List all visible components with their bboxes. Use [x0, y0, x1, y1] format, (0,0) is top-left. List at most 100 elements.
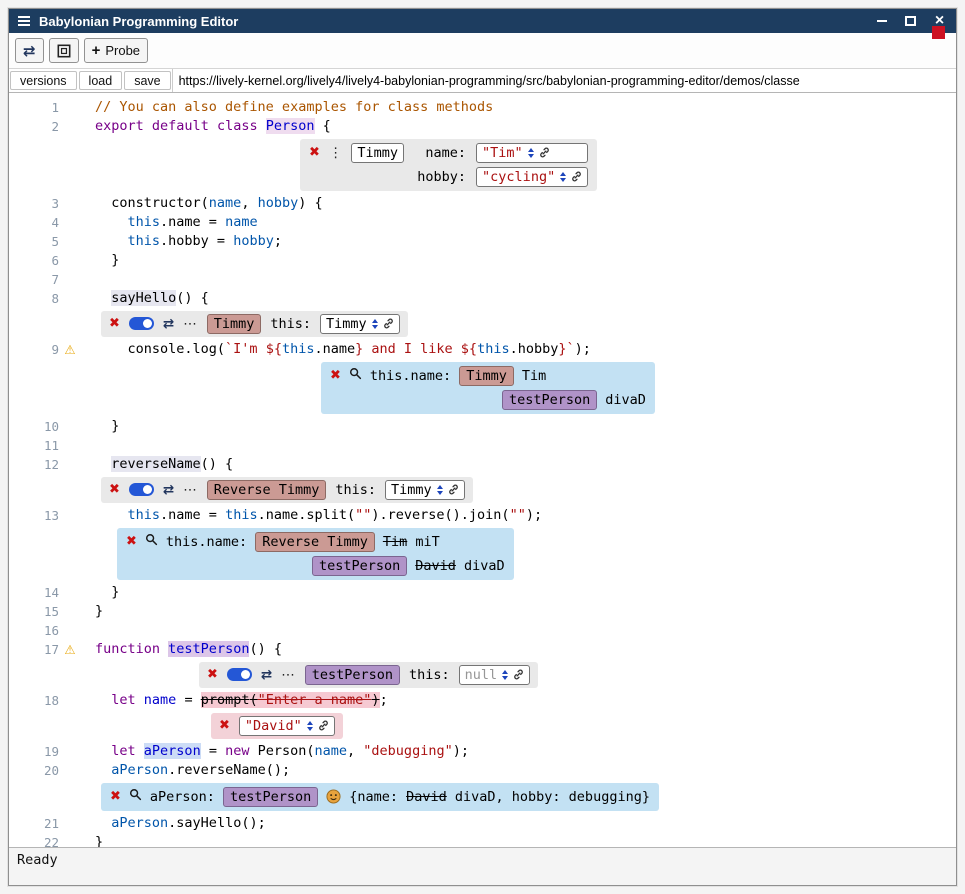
code-line[interactable]: 17⚠function testPerson() { — [9, 640, 956, 659]
example-badge[interactable]: testPerson — [223, 787, 318, 807]
code-line[interactable]: 22} — [9, 833, 956, 847]
code-token: let — [111, 743, 135, 759]
code-token — [136, 743, 144, 759]
code-line[interactable]: 14 } — [9, 583, 956, 602]
code-token: "" — [510, 507, 526, 523]
drag-handle-icon[interactable]: ⋮ — [329, 145, 343, 161]
this-value-select[interactable]: Timmy — [320, 314, 400, 334]
link-icon[interactable] — [383, 318, 394, 329]
menu-icon[interactable] — [18, 16, 30, 26]
example-toggle[interactable] — [129, 483, 154, 496]
frame-button[interactable] — [49, 38, 79, 63]
more-options-icon[interactable]: ⋯ — [183, 316, 198, 332]
navbar: versions load save — [9, 68, 956, 93]
link-icon[interactable] — [448, 484, 459, 495]
delete-button[interactable]: ✖ — [309, 145, 320, 160]
line-number: 2 — [9, 117, 59, 136]
delete-button[interactable]: ✖ — [207, 667, 218, 682]
swap-icon[interactable]: ⇄ — [163, 316, 174, 332]
code-token: export — [95, 118, 144, 134]
link-icon[interactable] — [539, 147, 550, 158]
title-bar[interactable]: Babylonian Programming Editor × — [9, 9, 956, 33]
example-badge[interactable]: Timmy — [459, 366, 514, 386]
save-button[interactable]: save — [124, 71, 170, 90]
code-line[interactable]: 2export default class Person { — [9, 117, 956, 136]
swap-icon[interactable]: ⇄ — [163, 482, 174, 498]
example-toggle[interactable] — [227, 668, 252, 681]
probe-widget: ✖this.name:TimmyTimtestPersondivaD — [321, 362, 655, 414]
code-line[interactable]: 6 } — [9, 251, 956, 270]
code-line[interactable]: 11 — [9, 436, 956, 455]
code-line[interactable]: 8 sayHello() { — [9, 289, 956, 308]
stepper-icon[interactable] — [372, 319, 378, 329]
example-badge[interactable]: Reverse Timmy — [207, 480, 327, 500]
code-line[interactable]: 16 — [9, 621, 956, 640]
example-badge[interactable]: testPerson — [502, 390, 597, 410]
load-button[interactable]: load — [79, 71, 123, 90]
this-value-select[interactable]: Timmy — [385, 480, 465, 500]
example-badge[interactable]: testPerson — [305, 665, 400, 685]
stepper-icon[interactable] — [528, 148, 534, 158]
minimize-button[interactable] — [874, 14, 889, 29]
code-editor[interactable]: 1// You can also define examples for cla… — [9, 93, 956, 847]
swap-icon[interactable]: ⇄ — [261, 667, 272, 683]
add-probe-button[interactable]: + Probe — [84, 38, 148, 63]
code-line[interactable]: 9⚠ console.log(`I'm ${this.name} and I l… — [9, 340, 956, 359]
code-token: prompt — [201, 692, 250, 708]
versions-button[interactable]: versions — [10, 71, 77, 90]
delete-button[interactable]: ✖ — [110, 789, 121, 804]
link-icon[interactable] — [513, 669, 524, 680]
stepper-icon[interactable] — [560, 172, 566, 182]
probe-values: David divaD — [415, 558, 504, 574]
delete-button[interactable]: ✖ — [109, 316, 120, 331]
stepper-icon[interactable] — [307, 721, 313, 731]
code-text: function testPerson() { — [95, 640, 282, 659]
delete-button[interactable]: ✖ — [330, 368, 341, 383]
code-line[interactable]: 3 constructor(name, hobby) { — [9, 194, 956, 213]
link-icon[interactable] — [318, 720, 329, 731]
example-toggle[interactable] — [129, 317, 154, 330]
code-line[interactable]: 10 } — [9, 417, 956, 436]
example-badge[interactable]: testPerson — [312, 556, 407, 576]
code-line[interactable]: 7 — [9, 270, 956, 289]
replacement-value-input[interactable]: "David" — [239, 716, 335, 736]
delete-button[interactable]: ✖ — [109, 482, 120, 497]
code-token: } — [95, 834, 103, 847]
warning-slot — [59, 232, 81, 251]
stepper-icon[interactable] — [437, 485, 443, 495]
code-token — [95, 762, 111, 778]
url-input[interactable] — [172, 69, 956, 92]
this-value-select[interactable]: null — [459, 665, 531, 685]
code-line[interactable]: 21 aPerson.sayHello(); — [9, 814, 956, 833]
code-line[interactable]: 4 this.name = name — [9, 213, 956, 232]
maximize-button[interactable] — [903, 14, 918, 29]
swap-button[interactable]: ⇄ — [15, 38, 44, 63]
param-value-input[interactable]: "cycling" — [476, 167, 588, 187]
link-icon[interactable] — [571, 171, 582, 182]
code-line[interactable]: 18 let name = prompt("Enter a name"); — [9, 691, 956, 710]
warning-slot — [59, 602, 81, 621]
code-line[interactable]: 15} — [9, 602, 956, 621]
example-badge[interactable]: Timmy — [207, 314, 262, 334]
example-badge[interactable]: Reverse Timmy — [255, 532, 375, 552]
more-options-icon[interactable]: ⋯ — [183, 482, 198, 498]
stepper-icon[interactable] — [502, 670, 508, 680]
param-label: name: — [414, 145, 466, 161]
example-widget: ✖⇄⋯Reverse Timmythis:Timmy — [101, 477, 473, 503]
code-line[interactable]: 19 let aPerson = new Person(name, "debug… — [9, 742, 956, 761]
param-value-input[interactable]: "Tim" — [476, 143, 588, 163]
probe-value: divaD — [605, 392, 646, 408]
more-options-icon[interactable]: ⋯ — [281, 667, 296, 683]
code-line[interactable]: 1// You can also define examples for cla… — [9, 98, 956, 117]
delete-button[interactable]: ✖ — [126, 534, 137, 549]
code-token: new — [225, 743, 249, 759]
code-line[interactable]: 12 reverseName() { — [9, 455, 956, 474]
line-number: 19 — [9, 742, 59, 761]
example-name-input[interactable]: Timmy — [351, 143, 404, 163]
code-line[interactable]: 13 this.name = this.name.split("").rever… — [9, 506, 956, 525]
code-line[interactable]: 5 this.hobby = hobby; — [9, 232, 956, 251]
example-controls: ✖ ⋮ Timmy — [309, 143, 404, 163]
delete-button[interactable]: ✖ — [219, 718, 230, 733]
code-line[interactable]: 20 aPerson.reverseName(); — [9, 761, 956, 780]
code-text: this.name = this.name.split("").reverse(… — [95, 506, 542, 525]
